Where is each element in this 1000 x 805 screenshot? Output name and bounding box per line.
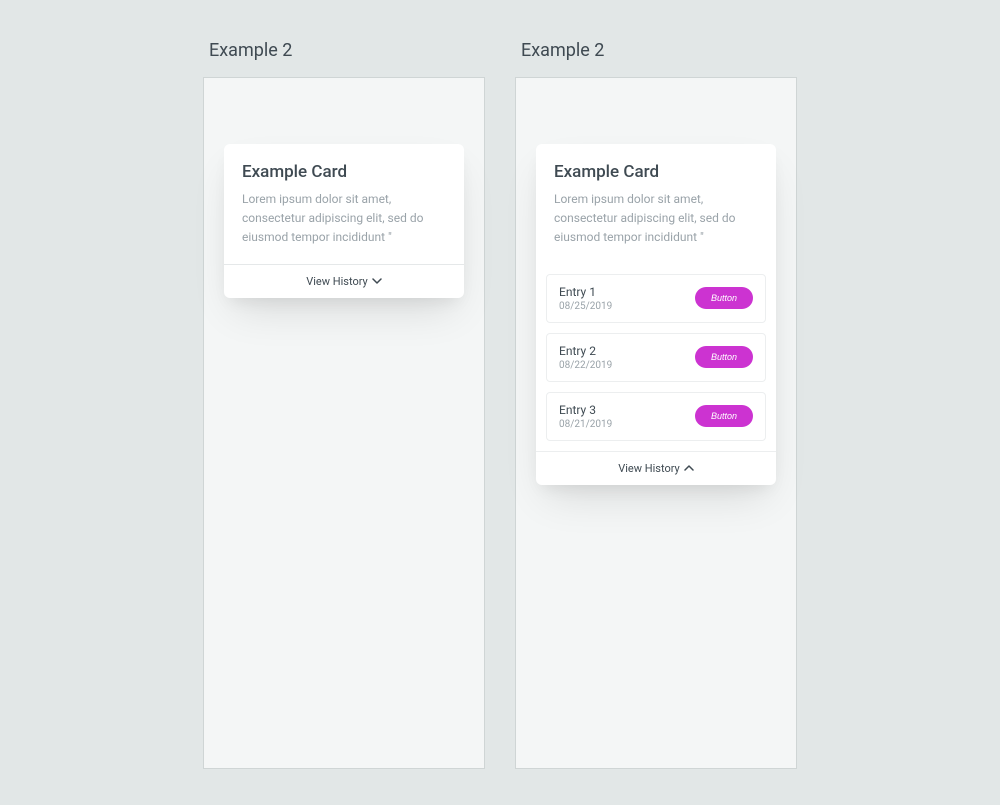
example-label-left: Example 2 <box>203 40 292 61</box>
example-column-right: Example 2 Example Card Lorem ipsum dolor… <box>515 40 797 769</box>
entry-action-button[interactable]: Button <box>695 346 753 368</box>
entry-title: Entry 1 <box>559 285 612 299</box>
entry-action-button[interactable]: Button <box>695 287 753 309</box>
card-description: Lorem ipsum dolor sit amet, consectetur … <box>554 190 758 248</box>
entry-title: Entry 2 <box>559 344 612 358</box>
entry-text: Entry 3 08/21/2019 <box>559 403 612 430</box>
card-title: Example Card <box>242 162 446 182</box>
entry-text: Entry 2 08/22/2019 <box>559 344 612 371</box>
view-history-toggle[interactable]: View History <box>536 451 776 485</box>
view-history-label: View History <box>618 462 680 475</box>
entry-date: 08/21/2019 <box>559 419 612 430</box>
phone-frame-left: Example Card Lorem ipsum dolor sit amet,… <box>203 77 485 769</box>
entry-title: Entry 3 <box>559 403 612 417</box>
entry-action-button[interactable]: Button <box>695 405 753 427</box>
chevron-down-icon <box>372 276 382 286</box>
history-entry: Entry 3 08/21/2019 Button <box>546 392 766 441</box>
entry-text: Entry 1 08/25/2019 <box>559 285 612 312</box>
view-history-label: View History <box>306 275 368 288</box>
example-column-left: Example 2 Example Card Lorem ipsum dolor… <box>203 40 485 769</box>
history-entry: Entry 1 08/25/2019 Button <box>546 274 766 323</box>
history-entry: Entry 2 08/22/2019 Button <box>546 333 766 382</box>
entry-date: 08/22/2019 <box>559 360 612 371</box>
view-history-toggle[interactable]: View History <box>224 264 464 298</box>
card-description: Lorem ipsum dolor sit amet, consectetur … <box>242 190 446 248</box>
card-body: Example Card Lorem ipsum dolor sit amet,… <box>536 144 776 264</box>
history-list: Entry 1 08/25/2019 Button Entry 2 08/22/… <box>536 264 776 441</box>
example-label-right: Example 2 <box>515 40 604 61</box>
card-body: Example Card Lorem ipsum dolor sit amet,… <box>224 144 464 264</box>
card-title: Example Card <box>554 162 758 182</box>
example-card-collapsed: Example Card Lorem ipsum dolor sit amet,… <box>224 144 464 298</box>
phone-frame-right: Example Card Lorem ipsum dolor sit amet,… <box>515 77 797 769</box>
chevron-up-icon <box>684 463 694 473</box>
example-card-expanded: Example Card Lorem ipsum dolor sit amet,… <box>536 144 776 485</box>
entry-date: 08/25/2019 <box>559 301 612 312</box>
